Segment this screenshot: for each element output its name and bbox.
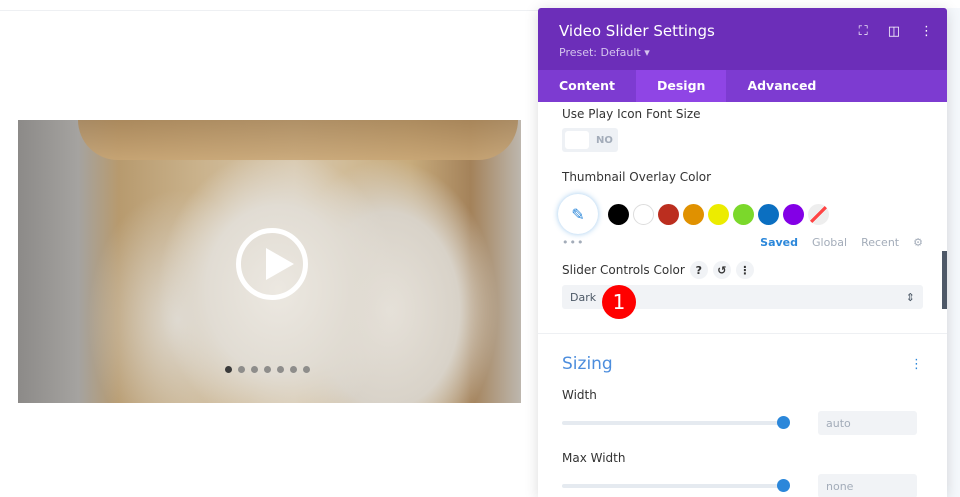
color-swatches: ✎ [558, 194, 923, 234]
slider-thumb[interactable] [777, 479, 790, 492]
toggle-value: NO [596, 134, 613, 146]
play-icon-size-label: Use Play Icon Font Size [562, 107, 701, 121]
swatch-red[interactable] [658, 203, 679, 225]
slider-dot[interactable] [225, 366, 232, 373]
palette-tab-global[interactable]: Global [812, 236, 847, 249]
more-colors-icon[interactable]: ••• [562, 236, 584, 249]
fullscreen-icon[interactable]: ⛶ [859, 24, 868, 39]
preset-dropdown[interactable]: Preset: Default ▾ [559, 46, 926, 59]
tab-content[interactable]: Content [538, 70, 636, 102]
swatch-transparent[interactable] [808, 203, 829, 225]
section-menu-icon[interactable]: ⋮ [910, 357, 923, 372]
split-view-icon[interactable]: ◫ [888, 24, 900, 39]
swatch-yellow[interactable] [708, 203, 729, 225]
menu-icon[interactable]: ⋮ [735, 261, 754, 279]
width-input[interactable]: auto [818, 411, 917, 435]
slider-dot[interactable] [290, 366, 297, 373]
select-arrows-icon: ⇕ [905, 290, 915, 304]
video-thumbnail-image [78, 120, 518, 160]
palette-tab-saved[interactable]: Saved [760, 236, 798, 249]
eyedropper-icon[interactable]: ✎ [558, 194, 598, 234]
section-divider [538, 333, 947, 334]
swatch-purple[interactable] [783, 203, 804, 225]
slider-dots [225, 366, 310, 373]
slider-thumb[interactable] [777, 416, 790, 429]
play-icon-size-toggle[interactable]: NO [562, 128, 618, 152]
max-width-label: Max Width [562, 451, 626, 465]
width-slider[interactable] [562, 416, 790, 429]
panel-scrollbar[interactable] [942, 251, 947, 309]
slider-dot[interactable] [251, 366, 258, 373]
step-badge: 1 [602, 285, 636, 319]
gear-icon[interactable]: ⚙ [913, 236, 923, 249]
width-label: Width [562, 388, 597, 402]
toggle-knob [565, 131, 589, 149]
play-icon[interactable] [236, 228, 308, 300]
swatch-black[interactable] [608, 203, 629, 225]
swatch-orange[interactable] [683, 203, 704, 225]
swatch-green[interactable] [733, 203, 754, 225]
controls-color-label: Slider Controls Color [562, 263, 685, 277]
reset-icon[interactable]: ↺ [712, 261, 731, 279]
settings-panel: Video Slider Settings Preset: Default ▾ … [538, 8, 947, 497]
swatch-blue[interactable] [758, 203, 779, 225]
page-scroll-track [947, 8, 960, 497]
slider-dot[interactable] [238, 366, 245, 373]
tab-advanced[interactable]: Advanced [726, 70, 837, 102]
slider-dot[interactable] [277, 366, 284, 373]
overlay-color-label: Thumbnail Overlay Color [562, 170, 712, 184]
palette-tab-recent[interactable]: Recent [861, 236, 899, 249]
slider-dot[interactable] [303, 366, 310, 373]
help-icon[interactable]: ? [689, 261, 708, 279]
swatch-white[interactable] [633, 203, 654, 225]
video-slider-preview[interactable] [18, 120, 521, 403]
sizing-section-title[interactable]: Sizing [562, 354, 613, 374]
slider-dot[interactable] [264, 366, 271, 373]
max-width-input[interactable]: none [818, 474, 917, 497]
panel-tabs: Content Design Advanced [538, 70, 947, 102]
panel-header: Video Slider Settings Preset: Default ▾ … [538, 8, 947, 70]
max-width-slider[interactable] [562, 479, 790, 492]
tab-design[interactable]: Design [636, 70, 727, 102]
more-options-icon[interactable]: ⋮ [920, 24, 933, 39]
select-value: Dark [570, 290, 597, 304]
